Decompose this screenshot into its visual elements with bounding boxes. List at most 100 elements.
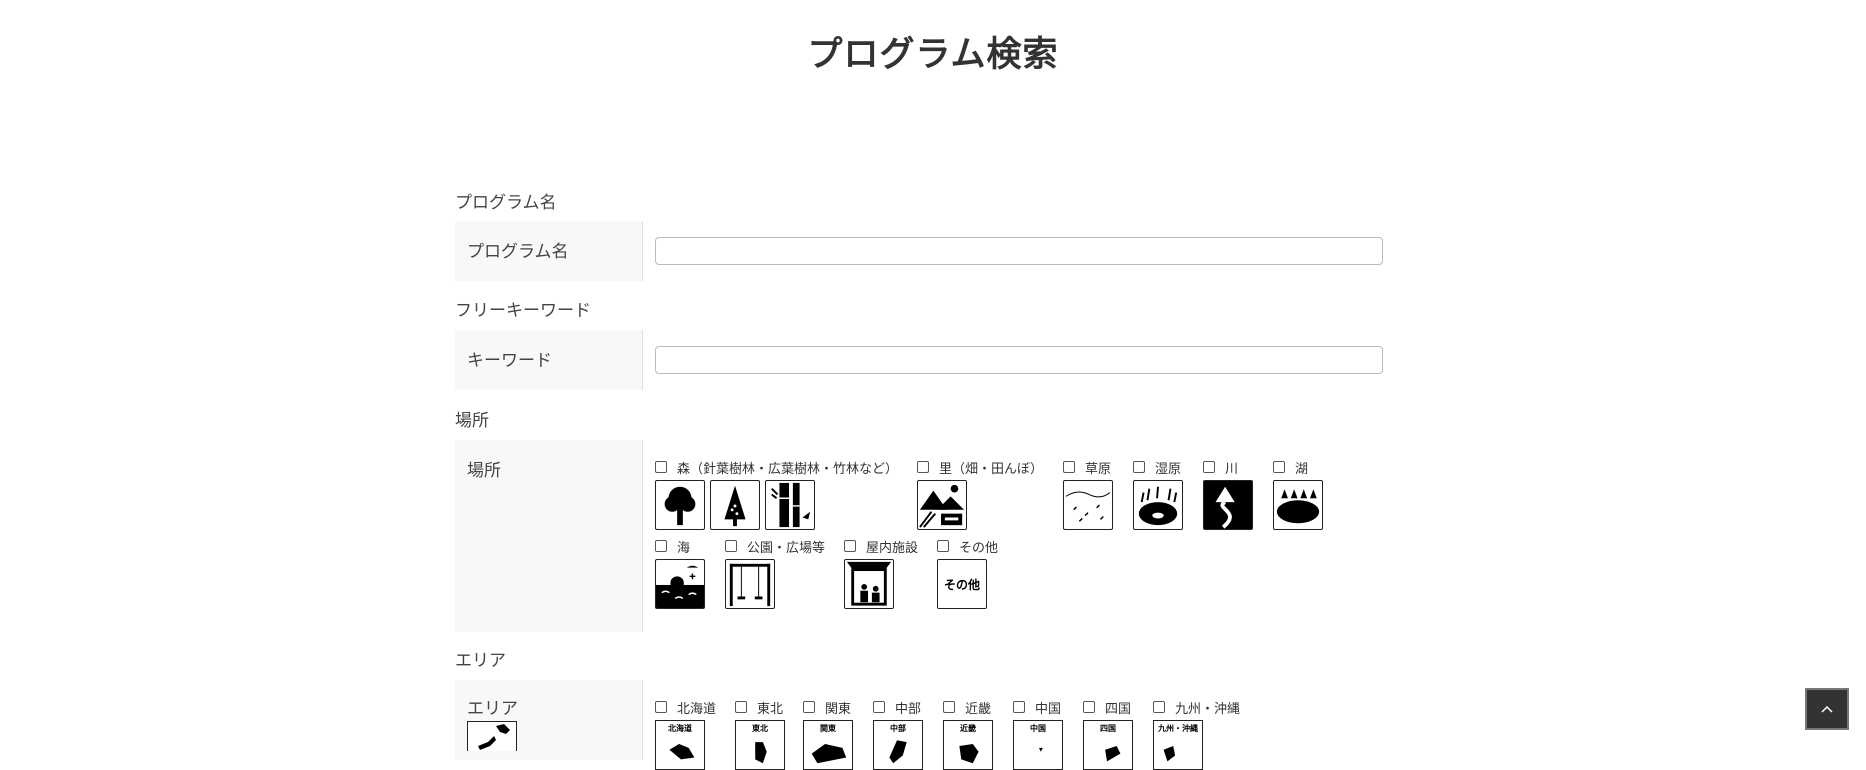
area-shikoku-label: 四国 — [1105, 701, 1132, 717]
place-park-checkbox[interactable] — [725, 540, 737, 552]
area-option-kyushu-okinawa[interactable]: 九州・沖縄 九州・沖縄 — [1153, 698, 1240, 770]
place-indoor-checkbox[interactable] — [844, 540, 856, 552]
area-chugoku-label: 中国 — [1035, 701, 1062, 717]
wetland-icon — [1133, 480, 1183, 530]
place-option-sea[interactable]: 海 — [655, 537, 705, 609]
place-indoor-label: 屋内施設 — [866, 540, 919, 556]
place-satoyama-label: 里（畑・田んぼ） — [939, 461, 1044, 477]
place-option-grassland[interactable]: 草原 — [1063, 458, 1113, 530]
place-grassland-checkbox[interactable] — [1063, 461, 1075, 473]
satoyama-village-icon — [917, 480, 967, 530]
place-label: 場所 — [455, 440, 643, 632]
place-option-river[interactable]: 川 — [1203, 458, 1253, 530]
shikoku-icon-text: 四国 — [1100, 724, 1116, 733]
area-option-kinki[interactable]: 近畿 近畿 — [943, 698, 993, 770]
area-chubu-label: 中部 — [895, 701, 922, 717]
place-option-lake[interactable]: 湖 — [1273, 458, 1323, 530]
bamboo-icon — [765, 480, 815, 530]
grassland-icon — [1063, 480, 1113, 530]
sea-icon — [655, 559, 705, 609]
keyword-label: キーワード — [455, 330, 643, 390]
place-grassland-label: 草原 — [1085, 461, 1112, 477]
shikoku-map-icon: 四国 — [1083, 720, 1133, 770]
place-river-checkbox[interactable] — [1203, 461, 1215, 473]
other-icon-text: その他 — [943, 577, 980, 592]
place-other-label: その他 — [959, 540, 999, 556]
kinki-icon-text: 近畿 — [960, 724, 976, 733]
area-option-chubu[interactable]: 中部 中部 — [873, 698, 923, 770]
keyword-section-title: フリーキーワード — [455, 301, 591, 321]
program-name-input[interactable] — [655, 237, 1383, 265]
area-shikoku-checkbox[interactable] — [1083, 701, 1095, 713]
hokkaido-icon-text: 北海道 — [668, 724, 692, 733]
kyushu-okinawa-map-icon: 九州・沖縄 — [1153, 720, 1203, 770]
area-option-shikoku[interactable]: 四国 四国 — [1083, 698, 1133, 770]
area-option-tohoku[interactable]: 東北 東北 — [735, 698, 785, 770]
area-tohoku-checkbox[interactable] — [735, 701, 747, 713]
place-section-title: 場所 — [455, 411, 489, 431]
place-row: 場所 森（針葉樹林・広葉樹林・竹林など） 里（畑・田んぼ） 草原 湿原 川 湖 … — [455, 440, 1385, 632]
place-lake-label: 湖 — [1295, 461, 1309, 477]
area-section-title: エリア — [455, 651, 506, 671]
chugoku-icon-text: 中国 — [1030, 724, 1046, 733]
place-option-wetland[interactable]: 湿原 — [1133, 458, 1183, 530]
area-label: エリア — [467, 699, 518, 719]
place-park-label: 公園・広場等 — [747, 540, 826, 556]
area-option-chugoku[interactable]: 中国 中国 — [1013, 698, 1063, 770]
chubu-icon-text: 中部 — [890, 724, 906, 733]
japan-map-icon — [467, 721, 517, 751]
kanto-icon-text: 関東 — [820, 724, 836, 733]
broadleaf-tree-icon — [655, 480, 705, 530]
place-option-park[interactable]: 公園・広場等 — [725, 537, 825, 609]
program-name-row: プログラム名 — [455, 221, 1385, 281]
area-kanto-label: 関東 — [825, 701, 852, 717]
place-wetland-checkbox[interactable] — [1133, 461, 1145, 473]
kyushu-okinawa-icon-text: 九州・沖縄 — [1158, 724, 1198, 733]
place-other-checkbox[interactable] — [937, 540, 949, 552]
place-option-forest[interactable]: 森（針葉樹林・広葉樹林・竹林など） — [655, 458, 898, 530]
area-hokkaido-checkbox[interactable] — [655, 701, 667, 713]
place-satoyama-checkbox[interactable] — [917, 461, 929, 473]
keyword-input[interactable] — [655, 346, 1383, 374]
kanto-map-icon: 関東 — [803, 720, 853, 770]
place-sea-label: 海 — [677, 540, 691, 556]
chevron-up-icon — [1821, 705, 1833, 713]
hokkaido-map-icon: 北海道 — [655, 720, 705, 770]
place-lake-checkbox[interactable] — [1273, 461, 1285, 473]
other-icon: その他 — [937, 559, 987, 609]
place-option-other[interactable]: その他 その他 — [937, 537, 998, 609]
scroll-to-top-button[interactable] — [1805, 688, 1849, 730]
area-option-hokkaido[interactable]: 北海道 北海道 — [655, 698, 716, 770]
area-kyushu-okinawa-checkbox[interactable] — [1153, 701, 1165, 713]
lake-icon — [1273, 480, 1323, 530]
place-forest-label: 森（針葉樹林・広葉樹林・竹林など） — [677, 461, 899, 477]
keyword-row: キーワード — [455, 330, 1385, 390]
area-kanto-checkbox[interactable] — [803, 701, 815, 713]
area-row: エリア 北海道 北海道 東北 東北 関東 関東 中部 中部 近畿 近畿 中国 中… — [455, 680, 1385, 770]
place-river-label: 川 — [1225, 461, 1239, 477]
conifer-tree-icon — [710, 480, 760, 530]
park-swing-icon — [725, 559, 775, 609]
place-option-satoyama[interactable]: 里（畑・田んぼ） — [917, 458, 1043, 530]
place-wetland-label: 湿原 — [1155, 461, 1182, 477]
kinki-map-icon: 近畿 — [943, 720, 993, 770]
area-chugoku-checkbox[interactable] — [1013, 701, 1025, 713]
area-hokkaido-label: 北海道 — [677, 701, 717, 717]
river-icon — [1203, 480, 1253, 530]
chugoku-map-icon: 中国 — [1013, 720, 1063, 770]
place-forest-checkbox[interactable] — [655, 461, 667, 473]
indoor-facility-icon — [844, 559, 894, 609]
area-chubu-checkbox[interactable] — [873, 701, 885, 713]
tohoku-map-icon: 東北 — [735, 720, 785, 770]
place-sea-checkbox[interactable] — [655, 540, 667, 552]
page-title: プログラム検索 — [807, 35, 1059, 75]
area-label-cell: エリア — [455, 680, 643, 760]
area-kinki-checkbox[interactable] — [943, 701, 955, 713]
program-name-section-title: プログラム名 — [455, 193, 557, 213]
place-option-indoor[interactable]: 屋内施設 — [844, 537, 918, 609]
area-kyushu-okinawa-label: 九州・沖縄 — [1175, 701, 1241, 717]
area-kinki-label: 近畿 — [965, 701, 992, 717]
chubu-map-icon: 中部 — [873, 720, 923, 770]
area-option-kanto[interactable]: 関東 関東 — [803, 698, 853, 770]
area-tohoku-label: 東北 — [757, 701, 784, 717]
